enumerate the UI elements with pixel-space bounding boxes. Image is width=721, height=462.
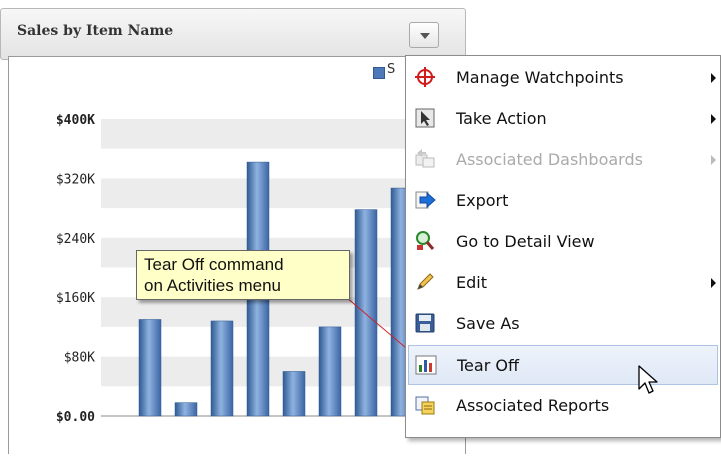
- menu-item-take-action[interactable]: Take Action: [408, 99, 718, 139]
- menu-item-tear-off[interactable]: Tear Off: [408, 345, 718, 385]
- chart-bar[interactable]: [282, 371, 306, 417]
- y-tick-label: $400K: [56, 113, 95, 128]
- menu-item-go-to-detail-view[interactable]: Go to Detail View: [408, 222, 718, 262]
- dashboards-icon: [415, 149, 435, 168]
- y-tick-label: $240K: [56, 232, 95, 247]
- panel-header: Sales by Item Name: [0, 8, 466, 60]
- y-tick-label: $0.00: [56, 410, 95, 425]
- menu-item-label: Edit: [456, 273, 487, 292]
- chart-bar[interactable]: [354, 209, 378, 417]
- mouse-pointer-icon: [638, 365, 658, 394]
- tear-off-chart-icon: [415, 355, 437, 375]
- menu-item-export[interactable]: Export: [408, 181, 718, 221]
- menu-item-save-as[interactable]: Save As: [408, 304, 718, 344]
- chart-bar[interactable]: [318, 326, 342, 417]
- submenu-arrow-icon: [711, 73, 716, 83]
- export-arrow-icon: [415, 191, 436, 209]
- action-cursor-icon: [415, 108, 435, 128]
- submenu-arrow-icon: [711, 114, 716, 124]
- pencil-icon: [417, 273, 434, 290]
- detail-view-icon: [416, 231, 435, 250]
- legend-swatch: [373, 67, 385, 79]
- activities-dropdown-button[interactable]: [409, 22, 439, 48]
- menu-item-label: Tear Off: [457, 356, 519, 375]
- menu-item-label: Associated Reports: [456, 396, 610, 415]
- y-tick-label: $160K: [56, 291, 95, 306]
- menu-item-label: Associated Dashboards: [456, 150, 643, 169]
- chart-bar[interactable]: [210, 320, 234, 417]
- menu-item-manage-watchpoints[interactable]: Manage Watchpoints: [408, 58, 718, 98]
- y-tick-label: $320K: [56, 172, 95, 187]
- menu-item-label: Manage Watchpoints: [456, 68, 624, 87]
- callout-line-2: on Activities menu: [144, 276, 282, 295]
- menu-item-label: Take Action: [456, 109, 547, 128]
- activities-menu: Manage Watchpoints Take Action Associate…: [405, 55, 721, 438]
- panel-title: Sales by Item Name: [17, 23, 174, 39]
- legend-label: S: [387, 62, 396, 77]
- y-tick-label: $80K: [64, 351, 95, 366]
- callout-line-1: Tear Off command: [144, 255, 284, 274]
- menu-item-label: Save As: [456, 314, 520, 333]
- crosshair-icon: [415, 67, 435, 87]
- floppy-disk-icon: [415, 313, 435, 333]
- menu-item-associated-dashboards[interactable]: Associated Dashboards: [408, 140, 718, 180]
- menu-item-label: Export: [456, 191, 509, 210]
- chart-bar[interactable]: [138, 319, 162, 417]
- chevron-down-icon: [420, 33, 430, 39]
- chart-bar[interactable]: [174, 402, 198, 417]
- menu-item-associated-reports[interactable]: Associated Reports: [408, 386, 718, 426]
- submenu-arrow-icon: [711, 155, 716, 165]
- menu-item-label: Go to Detail View: [456, 232, 595, 251]
- reports-icon: [415, 396, 435, 415]
- annotation-callout: Tear Off command on Activities menu: [136, 250, 350, 300]
- menu-item-edit[interactable]: Edit: [408, 263, 718, 303]
- submenu-arrow-icon: [711, 278, 716, 288]
